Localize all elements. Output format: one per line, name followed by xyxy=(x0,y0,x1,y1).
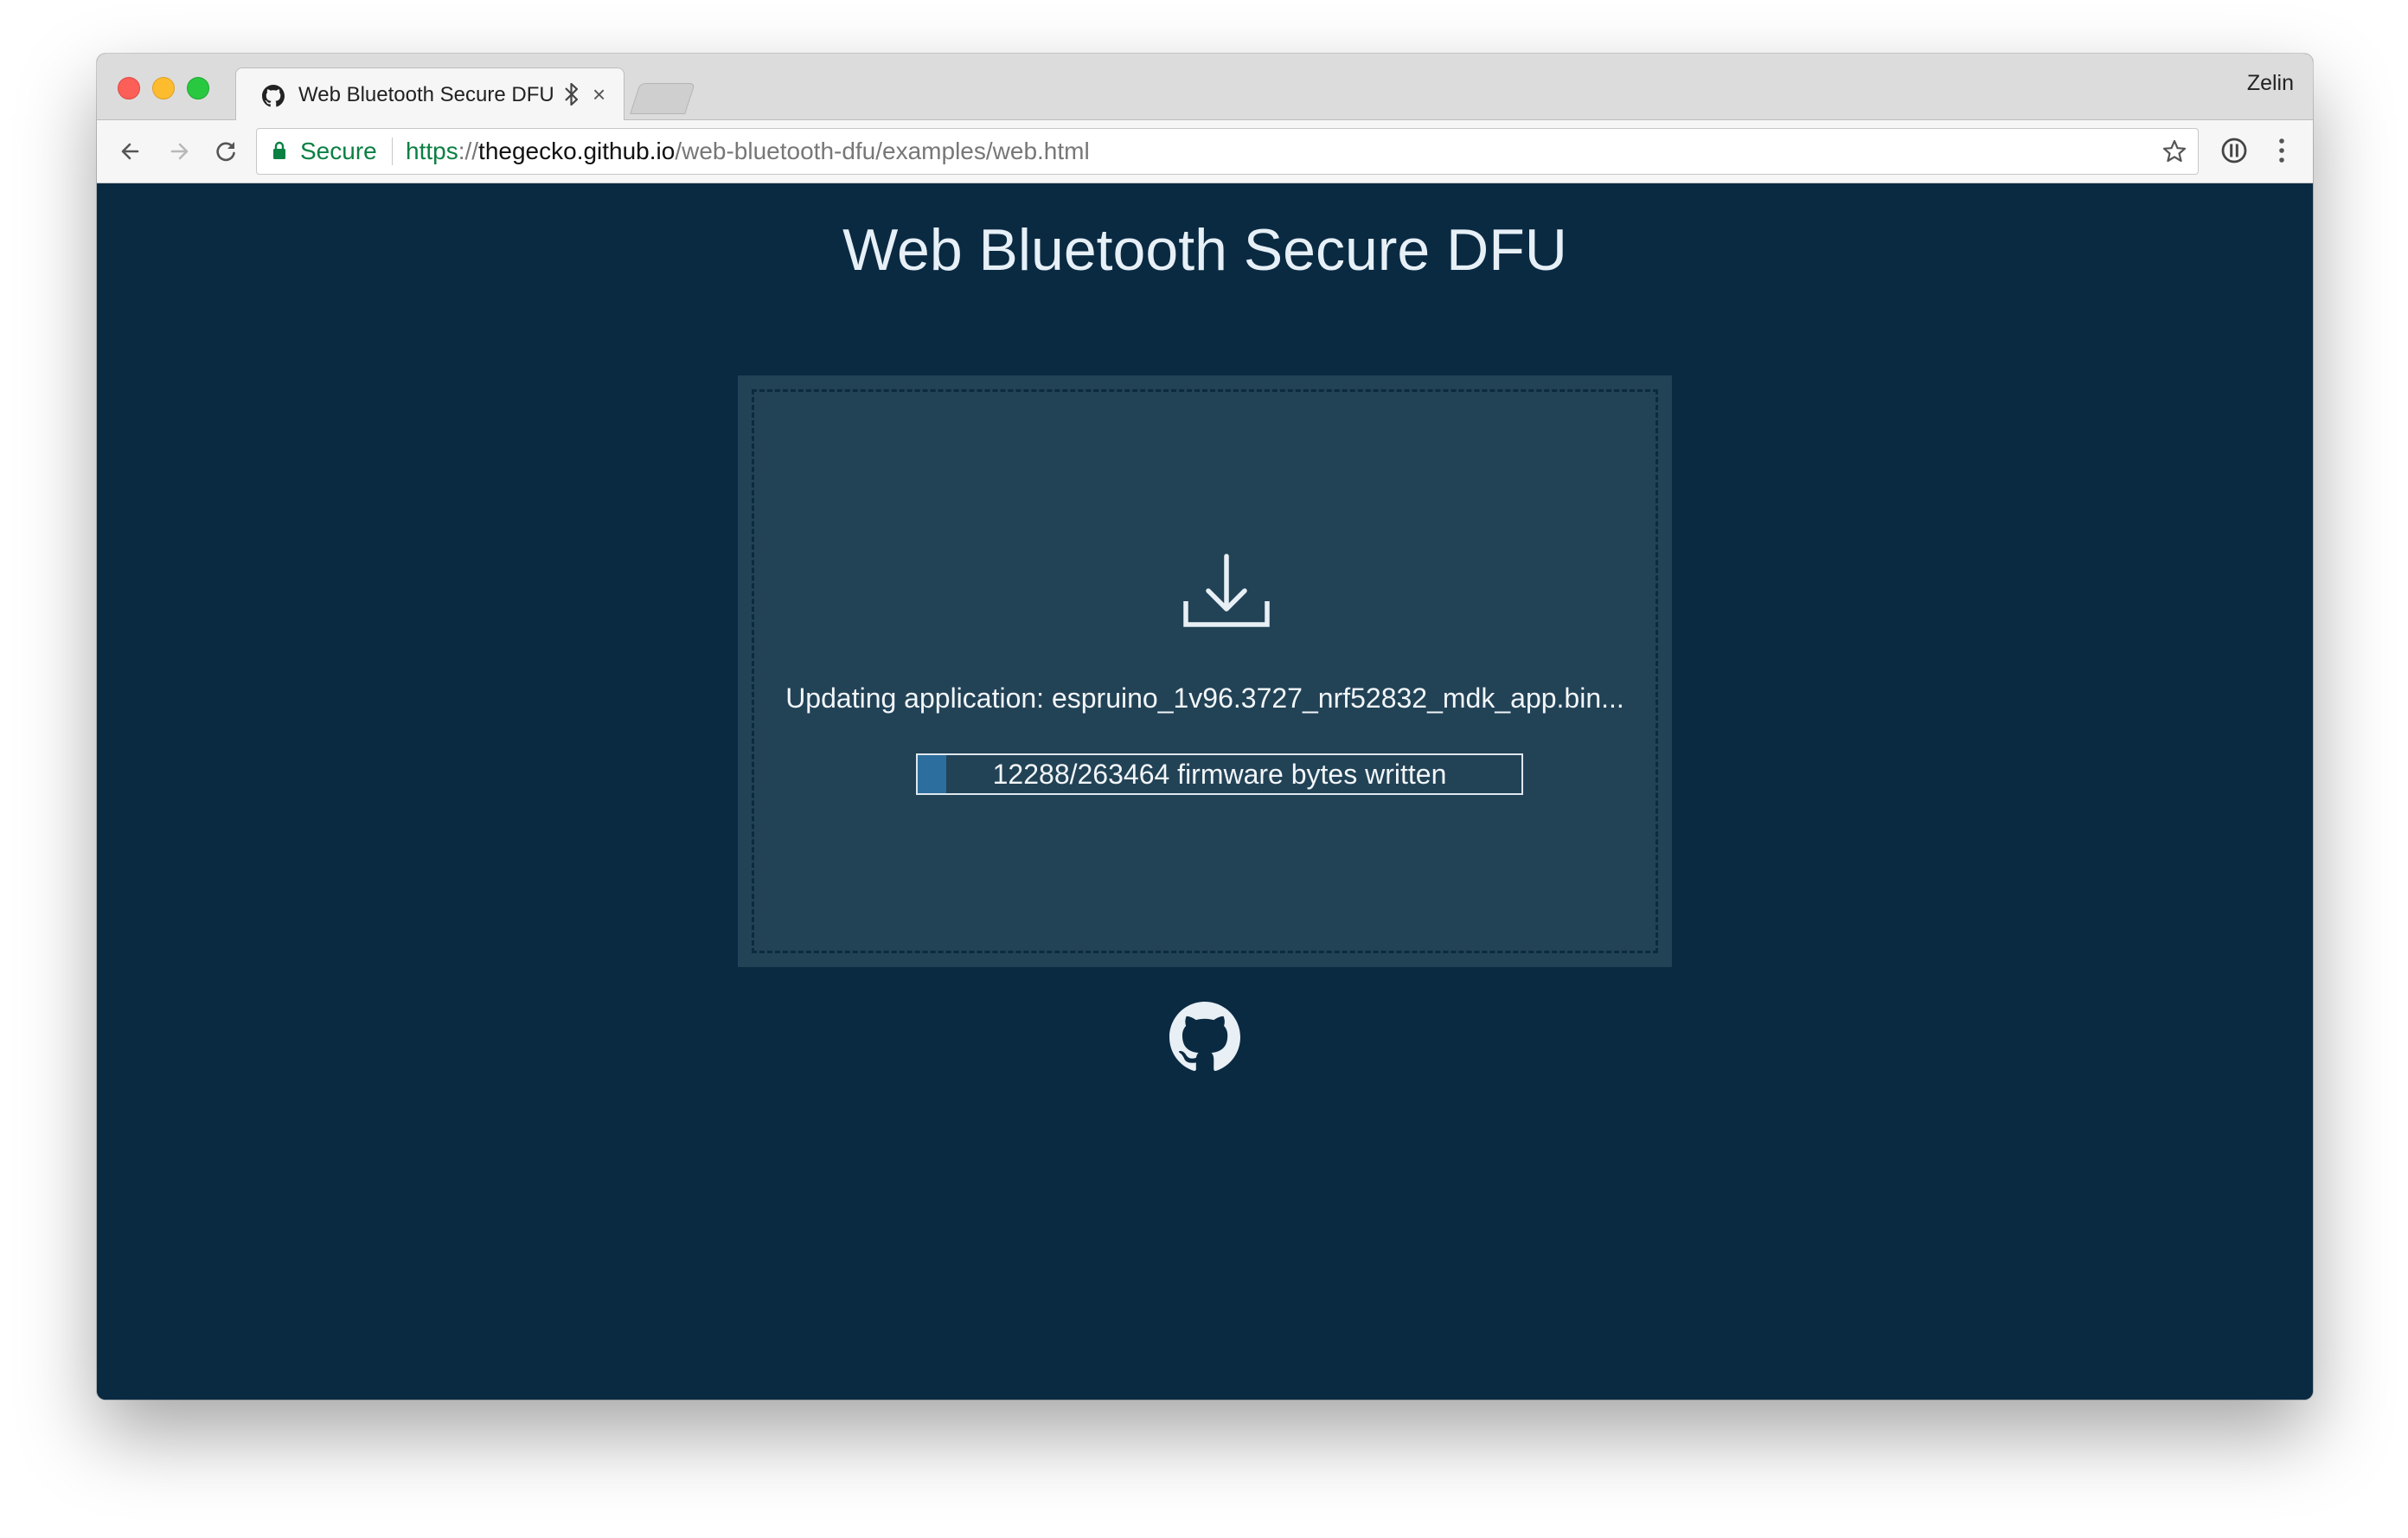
github-icon[interactable] xyxy=(1169,1002,1240,1073)
browser-window: Web Bluetooth Secure DFU × Zelin Secure xyxy=(97,54,2313,1400)
profile-name[interactable]: Zelin xyxy=(2247,71,2294,96)
octocat-icon xyxy=(262,85,285,107)
forward-arrow-icon[interactable] xyxy=(163,135,195,168)
url-host: thegecko.github.io xyxy=(478,138,676,164)
url-text[interactable]: https://thegecko.github.io/web-bluetooth… xyxy=(406,137,1090,166)
new-tab-button[interactable] xyxy=(630,83,695,114)
firmware-progress-bar: 12288/263464 firmware bytes written xyxy=(916,753,1523,795)
tab-close-button[interactable]: × xyxy=(592,80,605,108)
lock-icon xyxy=(273,141,285,159)
page-content: Web Bluetooth Secure DFU Updating applic… xyxy=(97,183,2313,1400)
secure-label[interactable]: Secure xyxy=(300,137,377,166)
zoom-window-button[interactable] xyxy=(187,77,209,99)
minimize-window-button[interactable] xyxy=(152,77,175,99)
star-icon[interactable] xyxy=(2161,138,2187,164)
url-separator: :// xyxy=(458,138,479,164)
close-window-button[interactable] xyxy=(118,77,140,99)
tab-strip: Web Bluetooth Secure DFU × Zelin xyxy=(97,54,2313,122)
browser-toolbar: Secure https://thegecko.github.io/web-bl… xyxy=(97,120,2313,183)
omnibox-divider xyxy=(392,138,393,165)
reload-icon[interactable] xyxy=(209,135,242,168)
progress-label: 12288/263464 firmware bytes written xyxy=(992,759,1447,790)
bluetooth-icon xyxy=(565,82,579,106)
tab-title: Web Bluetooth Secure DFU xyxy=(298,83,554,106)
tab-web-bluetooth-dfu[interactable]: Web Bluetooth Secure DFU × xyxy=(235,67,624,122)
kebab-menu-icon[interactable] xyxy=(2277,134,2287,167)
address-bar[interactable]: Secure https://thegecko.github.io/web-bl… xyxy=(256,128,2199,175)
dropzone-dashed-border: Updating application: espruino_1v96.3727… xyxy=(752,389,1658,953)
page-title: Web Bluetooth Secure DFU xyxy=(842,217,1567,283)
firmware-dropzone[interactable]: Updating application: espruino_1v96.3727… xyxy=(738,375,1672,967)
update-status-text: Updating application: espruino_1v96.3727… xyxy=(785,682,1624,714)
download-icon xyxy=(1183,554,1270,627)
extension-icon[interactable] xyxy=(2219,136,2249,165)
back-arrow-icon[interactable] xyxy=(114,135,147,168)
url-scheme: https xyxy=(406,138,458,164)
url-path: /web-bluetooth-dfu/examples/web.html xyxy=(675,138,1090,164)
